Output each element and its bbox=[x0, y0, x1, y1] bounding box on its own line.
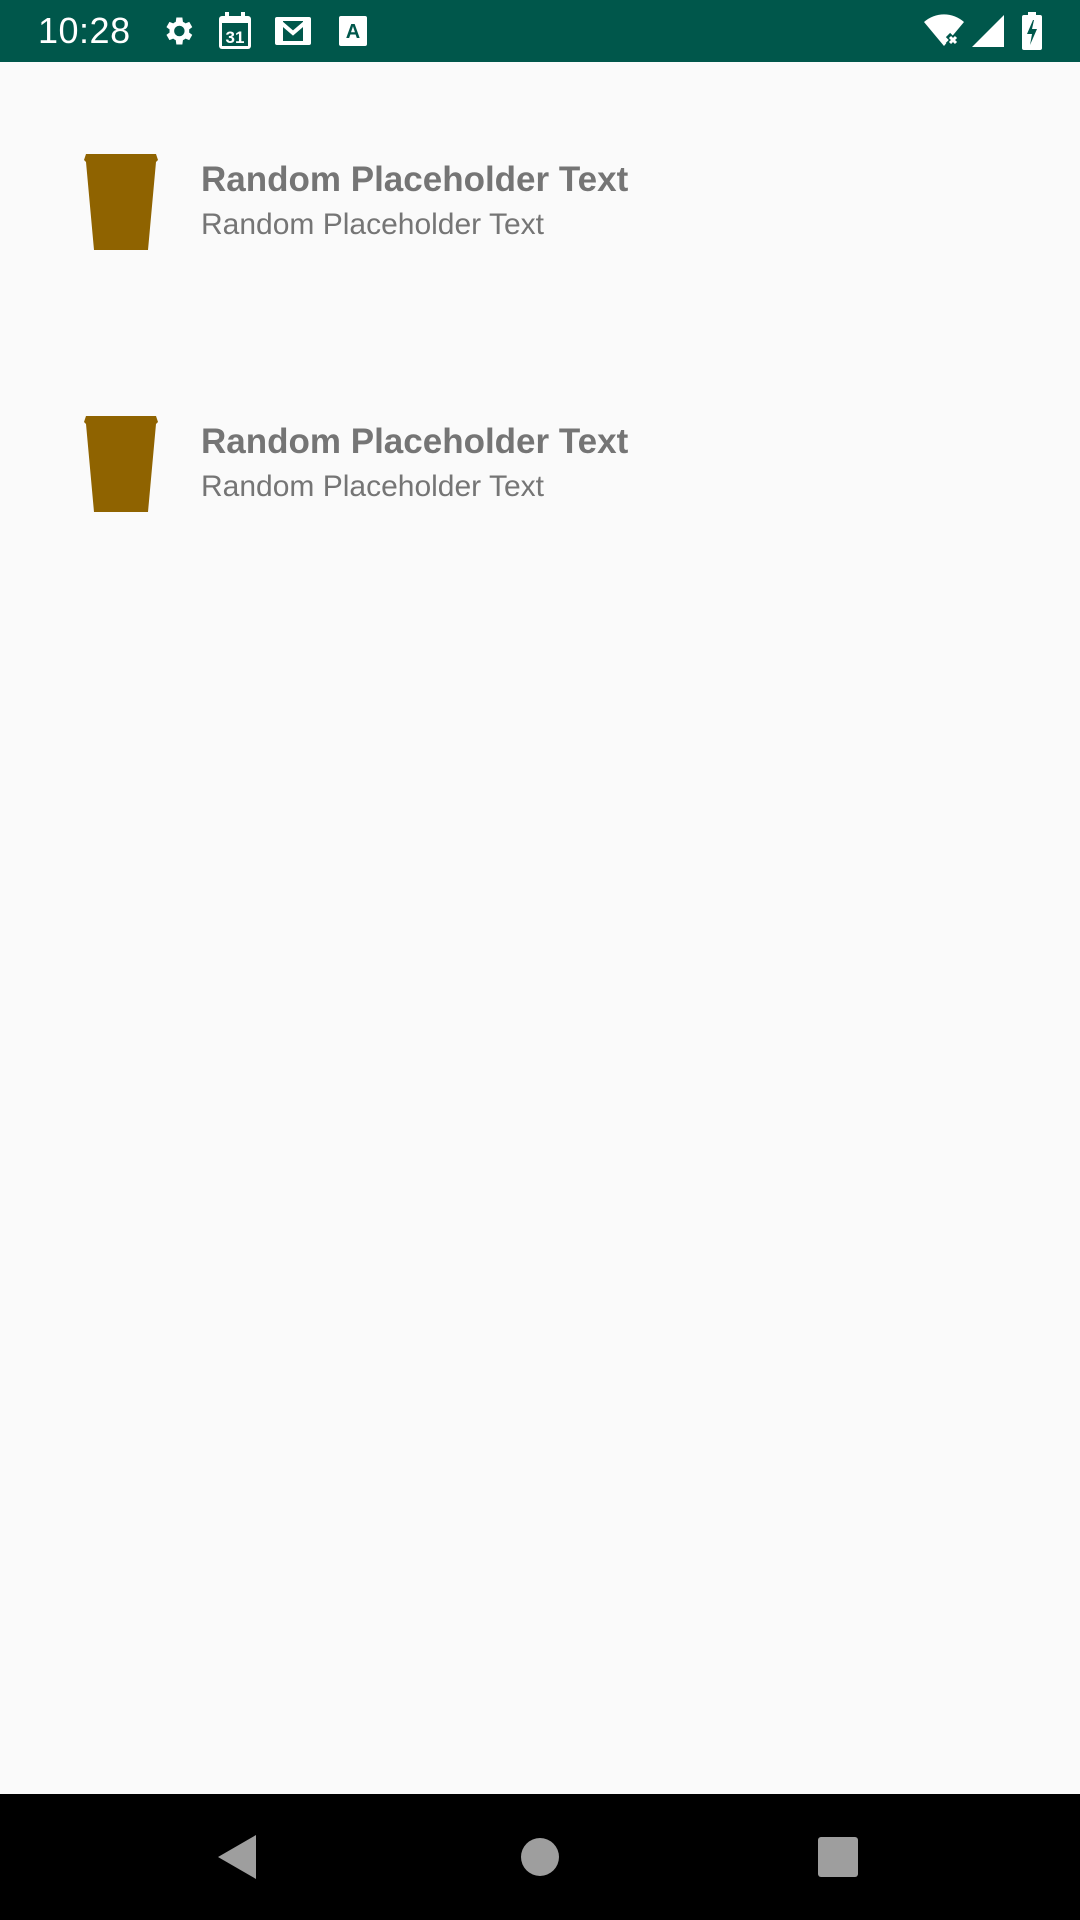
item-title: Random Placeholder Text bbox=[201, 160, 629, 199]
home-button[interactable] bbox=[480, 1794, 600, 1920]
translate-letter: A bbox=[346, 21, 360, 43]
coffee-cup-icon bbox=[84, 154, 158, 250]
wifi-icon bbox=[922, 13, 966, 49]
recents-button[interactable] bbox=[778, 1794, 898, 1920]
settings-icon bbox=[160, 13, 196, 49]
list-item[interactable]: Random Placeholder Text Random Placehold… bbox=[0, 394, 1080, 534]
battery-charging-icon bbox=[1020, 11, 1044, 51]
back-button[interactable] bbox=[178, 1794, 298, 1920]
calendar-day: 31 bbox=[226, 28, 245, 47]
home-icon bbox=[521, 1838, 559, 1876]
calendar-icon: 31 bbox=[217, 11, 253, 51]
status-time: 10:28 bbox=[38, 10, 131, 51]
translate-icon: A bbox=[338, 13, 368, 49]
main-content: Random Placeholder Text Random Placehold… bbox=[0, 62, 1080, 1794]
list-item[interactable]: Random Placeholder Text Random Placehold… bbox=[0, 132, 1080, 272]
signal-icon bbox=[970, 13, 1006, 49]
coffee-cup-icon bbox=[84, 416, 158, 512]
recents-icon bbox=[818, 1837, 858, 1877]
item-title: Random Placeholder Text bbox=[201, 422, 629, 461]
status-bar: 10:28 31 A bbox=[0, 0, 1080, 62]
gmail-icon bbox=[273, 13, 313, 49]
item-subtitle: Random Placeholder Text bbox=[201, 208, 544, 241]
item-subtitle: Random Placeholder Text bbox=[201, 470, 544, 503]
navigation-bar bbox=[0, 1794, 1080, 1920]
back-icon bbox=[218, 1835, 256, 1879]
